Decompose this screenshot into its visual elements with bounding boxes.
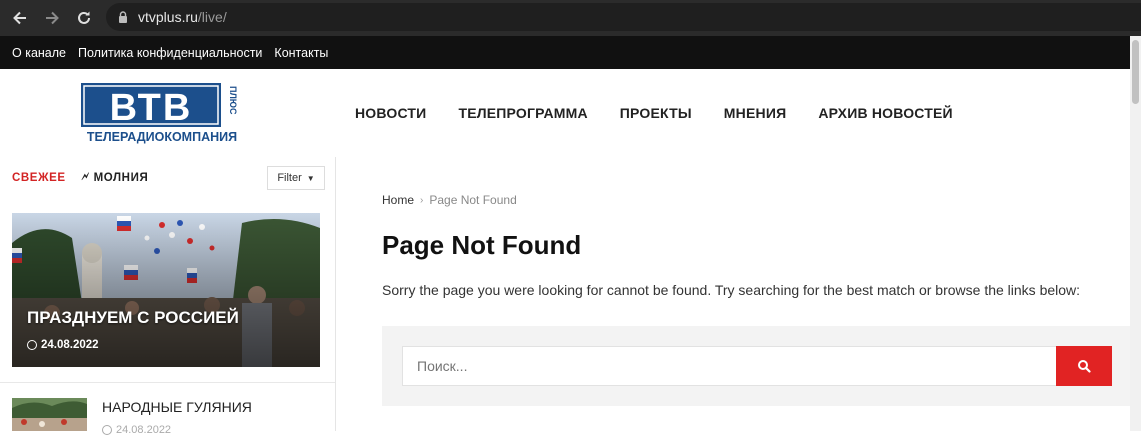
top-links-bar: О канале Политика конфиденциальности Кон…	[0, 36, 1130, 69]
reload-button[interactable]	[68, 2, 100, 34]
post-thumbnail[interactable]	[12, 398, 87, 431]
sidebar-tabs: СВЕЖЕЕ 🗲 МОЛНИЯ	[12, 171, 148, 184]
forward-button[interactable]	[36, 2, 68, 34]
logo-wordmark: ВТВ	[110, 87, 193, 129]
post-date-text: 24.08.2022	[116, 424, 172, 436]
filter-dropdown[interactable]: Filter ▼	[267, 166, 325, 190]
filter-label: Filter	[277, 172, 302, 184]
search-input[interactable]	[402, 346, 1057, 386]
nav-news[interactable]: НОВОСТИ	[355, 105, 426, 121]
search-form	[382, 326, 1130, 406]
url-host: vtvplus.ru	[138, 9, 198, 25]
logo-subtitle: ТЕЛЕРАДИОКОМПАНИЯ	[87, 130, 237, 144]
not-found-message: Sorry the page you were looking for cann…	[382, 282, 1081, 298]
tab-breaking-label: МОЛНИЯ	[93, 171, 149, 184]
topbar-link-about[interactable]: О канале	[12, 46, 66, 60]
news-sidebar: СВЕЖЕЕ 🗲 МОЛНИЯ Filter ▼ ПРАЗДНУЕМ С РОС…	[0, 157, 336, 436]
scrollbar-thumb[interactable]	[1132, 40, 1139, 104]
main-navigation: НОВОСТИ ТЕЛЕПРОГРАММА ПРОЕКТЫ МНЕНИЯ АРХ…	[355, 105, 985, 121]
site-logo[interactable]: ВТВ ПЛЮС ТЕЛЕРАДИОКОМПАНИЯ	[80, 82, 244, 144]
topbar-link-privacy[interactable]: Политика конфиденциальности	[78, 46, 262, 60]
site-header: ВТВ ПЛЮС ТЕЛЕРАДИОКОМПАНИЯ НОВОСТИ ТЕЛЕП…	[0, 69, 1130, 157]
nav-opinions[interactable]: МНЕНИЯ	[724, 105, 787, 121]
tab-breaking[interactable]: 🗲 МОЛНИЯ	[82, 171, 149, 184]
post-title[interactable]: НАРОДНЫЕ ГУЛЯНИЯ	[102, 399, 252, 415]
reload-icon	[78, 11, 90, 24]
arrow-right-icon	[46, 11, 59, 25]
breadcrumb-current: Page Not Found	[429, 193, 517, 207]
post-thumbnail-image	[12, 398, 87, 431]
featured-post-title[interactable]: ПРАЗДНУЕМ С РОССИЕЙ	[27, 308, 239, 328]
url-path: /live/	[197, 9, 227, 25]
topbar-link-contacts[interactable]: Контакты	[274, 46, 328, 60]
back-button[interactable]	[4, 2, 36, 34]
lock-icon	[119, 11, 127, 23]
featured-post[interactable]: ПРАЗДНУЕМ С РОССИЕЙ 24.08.2022	[12, 213, 320, 367]
breadcrumb: Home › Page Not Found	[382, 193, 517, 207]
chevron-right-icon: ›	[420, 194, 424, 206]
browser-toolbar: vtvplus.ru/live/	[0, 0, 1141, 36]
featured-post-date-text: 24.08.2022	[41, 339, 99, 351]
clock-icon	[27, 340, 37, 350]
sidebar-divider	[0, 382, 335, 383]
caret-down-icon: ▼	[306, 173, 315, 183]
logo-plus: ПЛЮС	[228, 86, 238, 115]
nav-tv-program[interactable]: ТЕЛЕПРОГРАММА	[458, 105, 587, 121]
bolt-icon: 🗲	[81, 171, 90, 183]
address-bar[interactable]: vtvplus.ru/live/	[106, 3, 1141, 31]
featured-post-date: 24.08.2022	[27, 339, 99, 351]
arrow-left-icon	[13, 11, 26, 25]
nav-projects[interactable]: ПРОЕКТЫ	[620, 105, 692, 121]
breadcrumb-home[interactable]: Home	[382, 193, 414, 207]
nav-news-archive[interactable]: АРХИВ НОВОСТЕЙ	[818, 105, 952, 121]
page-title: Page Not Found	[382, 230, 582, 260]
search-icon	[1078, 360, 1091, 373]
page-scrollbar[interactable]	[1130, 36, 1141, 431]
tab-fresh[interactable]: СВЕЖЕЕ	[12, 172, 66, 184]
clock-icon	[102, 425, 112, 435]
search-button[interactable]	[1056, 346, 1112, 386]
post-date: 24.08.2022	[102, 424, 171, 436]
